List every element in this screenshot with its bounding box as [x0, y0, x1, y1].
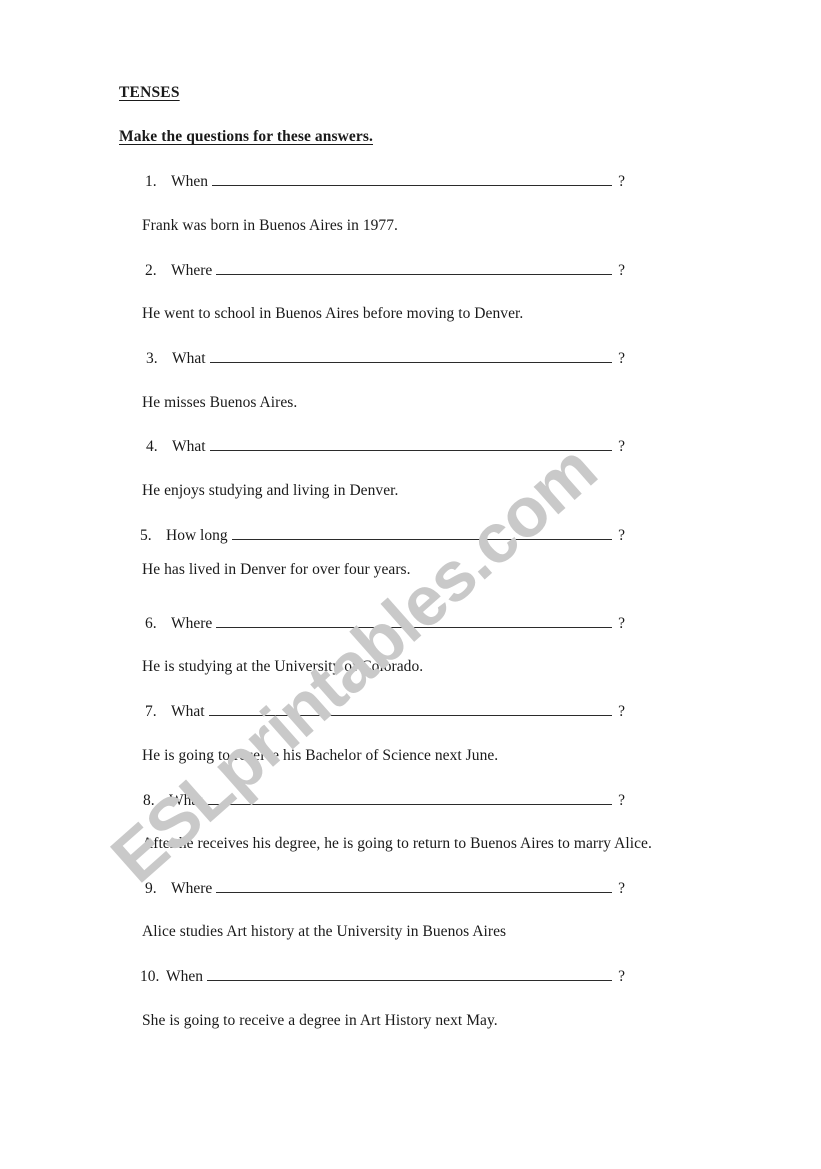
answer-blank-line[interactable]: [231, 526, 613, 540]
question-mark: ?: [618, 880, 625, 897]
question-number: 3.: [146, 350, 158, 367]
question-number: 2.: [145, 262, 157, 279]
question-word: When: [171, 173, 209, 190]
question-mark: ?: [618, 438, 625, 455]
question-row: 1. When?: [145, 172, 625, 191]
question-number: 1.: [145, 173, 157, 190]
question-mark: ?: [618, 792, 625, 809]
answer-blank-line[interactable]: [216, 261, 613, 275]
question-number: 9.: [145, 880, 157, 897]
answer-blank-line[interactable]: [209, 437, 613, 451]
answer-text: Frank was born in Buenos Aires in 1977.: [142, 217, 398, 234]
answer-text: Alice studies Art history at the Univers…: [142, 923, 507, 940]
question-row: 3. What?: [146, 349, 625, 368]
answer-blank-line[interactable]: [212, 172, 613, 186]
answer-text: He is going to receive his Bachelor of S…: [142, 747, 499, 764]
answer-blank-line[interactable]: [207, 967, 613, 981]
answer-text: She is going to receive a degree in Art …: [142, 1012, 498, 1029]
question-mark: ?: [618, 703, 625, 720]
question-word: What: [172, 438, 206, 455]
instruction-text: Make the questions for these answers.: [119, 128, 373, 145]
question-mark: ?: [618, 968, 625, 985]
question-number: 6.: [145, 615, 157, 632]
question-word: What: [172, 350, 206, 367]
answer-blank-line[interactable]: [216, 614, 613, 628]
answer-blank-line[interactable]: [216, 879, 613, 893]
question-row: 9. Where?: [145, 879, 625, 898]
question-word: When: [166, 968, 204, 985]
question-number: 10.: [140, 968, 160, 985]
question-number: 5.: [140, 527, 152, 544]
answer-blank-line[interactable]: [208, 702, 613, 716]
question-row: 6. Where?: [145, 614, 625, 633]
question-mark: ?: [618, 350, 625, 367]
question-row: 4. What?: [146, 437, 625, 456]
page-title: TENSES: [119, 84, 180, 101]
worksheet-page: TENSES Make the questions for these answ…: [0, 0, 821, 1169]
answer-text: He is studying at the University of Colo…: [142, 658, 424, 675]
question-number: 4.: [146, 438, 158, 455]
question-word: Where: [171, 615, 213, 632]
question-word: Where: [171, 880, 213, 897]
question-mark: ?: [618, 173, 625, 190]
question-number: 8.: [143, 792, 155, 809]
question-mark: ?: [618, 262, 625, 279]
question-row: 7. What?: [145, 702, 625, 721]
question-word: What: [171, 703, 205, 720]
answer-text: He has lived in Denver for over four yea…: [142, 561, 411, 578]
question-row: 8. What?: [143, 791, 625, 810]
question-word: What: [169, 792, 203, 809]
question-number: 7.: [145, 703, 157, 720]
question-mark: ?: [618, 615, 625, 632]
answer-text: He enjoys studying and living in Denver.: [142, 482, 399, 499]
question-row: 2. Where?: [145, 261, 625, 280]
answer-text: After he receives his degree, he is goin…: [142, 835, 652, 852]
answer-text: He went to school in Buenos Aires before…: [142, 305, 524, 322]
answer-blank-line[interactable]: [206, 791, 613, 805]
question-row: 5. How long?: [140, 526, 625, 545]
answer-blank-line[interactable]: [209, 349, 613, 363]
question-mark: ?: [618, 527, 625, 544]
answer-text: He misses Buenos Aires.: [142, 394, 298, 411]
question-row: 10. When?: [140, 967, 625, 986]
question-word: How long: [166, 527, 228, 544]
question-word: Where: [171, 262, 213, 279]
